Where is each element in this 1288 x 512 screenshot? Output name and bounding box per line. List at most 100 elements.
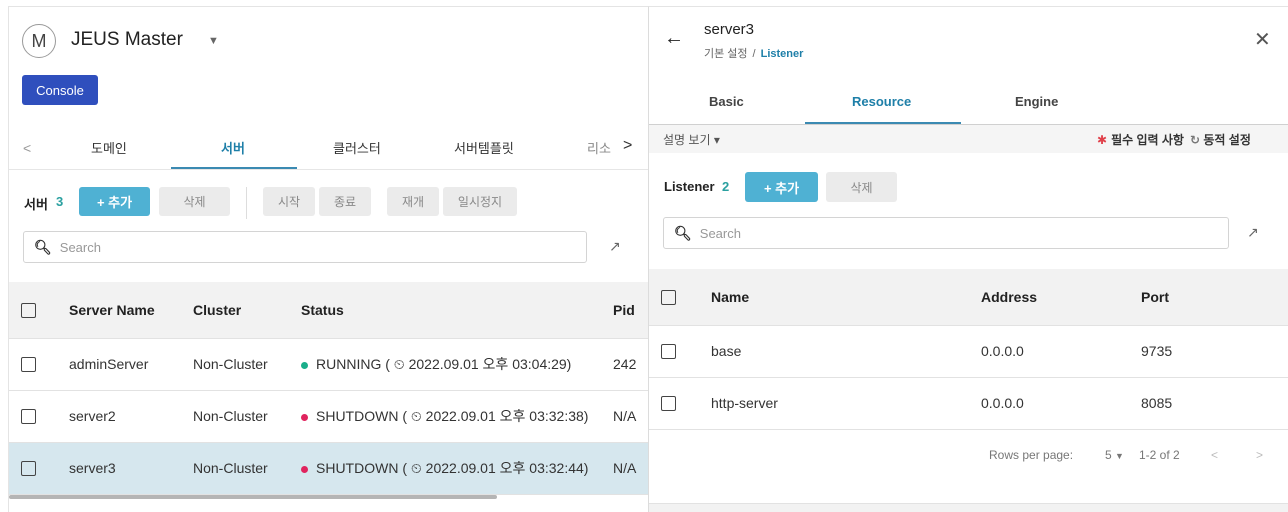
tab-engine[interactable]: Engine xyxy=(1015,94,1058,109)
column-header-name[interactable]: Server Name xyxy=(55,282,193,339)
status-text: RUNNING ( ⏲ 2022.09.01 오후 03:04:29) xyxy=(316,356,572,372)
back-arrow-icon[interactable]: ← xyxy=(664,27,684,50)
select-all-checkbox[interactable] xyxy=(21,303,36,319)
close-icon[interactable]: ✕ xyxy=(1254,27,1271,52)
column-header-status[interactable]: Status xyxy=(301,282,611,339)
server-search[interactable]: 🔍︎ xyxy=(23,231,587,263)
table-row[interactable]: http-server 0.0.0.0 8085 xyxy=(649,377,1288,430)
status-cell: RUNNING ( ⏲ 2022.09.01 오후 03:04:29) xyxy=(301,338,611,391)
status-dot xyxy=(301,465,308,473)
add-server-button[interactable]: + 추가 xyxy=(79,187,150,216)
dynamic-setting-icon: ↻ xyxy=(1189,133,1201,147)
dynamic-label: 동적 설정 xyxy=(1203,133,1251,147)
select-all-checkbox[interactable] xyxy=(661,290,676,306)
row-checkbox-cell xyxy=(649,377,701,430)
row-checkbox-cell xyxy=(649,325,701,378)
row-checkbox[interactable] xyxy=(21,357,36,373)
stop-button[interactable]: 종료 xyxy=(319,187,371,216)
required-label: 필수 입력 사항 xyxy=(1111,133,1184,147)
status-dot xyxy=(301,361,308,369)
listener-name-link[interactable]: http-server xyxy=(701,377,981,430)
chevron-down-icon[interactable]: ▼ xyxy=(208,35,219,47)
suspend-button[interactable]: 일시정지 xyxy=(443,187,517,216)
tab-server-template[interactable]: 서버템플릿 xyxy=(454,138,514,157)
row-checkbox-cell xyxy=(9,390,55,443)
select-all-cell xyxy=(9,282,55,339)
description-toggle[interactable]: 설명 보기 ▾ xyxy=(663,131,720,148)
tab-domain[interactable]: 도메인 xyxy=(91,138,127,157)
server-name-link[interactable]: server2 xyxy=(55,390,193,443)
row-checkbox[interactable] xyxy=(661,344,676,360)
server-count: 3 xyxy=(56,194,64,209)
rows-per-page-select[interactable]: 5 ▼ xyxy=(1105,448,1124,462)
cluster-cell: Non-Cluster xyxy=(193,442,301,495)
divider xyxy=(9,169,648,170)
breadcrumb-current: Listener xyxy=(760,48,804,60)
search-icon: 🔍︎ xyxy=(674,224,692,241)
delete-server-button[interactable]: 삭제 xyxy=(159,187,230,216)
server-table: Server Name Cluster Status Pid adminServ… xyxy=(9,282,648,495)
tab-basic[interactable]: Basic xyxy=(709,94,744,109)
tab-cluster[interactable]: 클러스터 xyxy=(333,138,381,157)
console-button[interactable]: Console xyxy=(22,75,98,105)
breadcrumb-separator: / xyxy=(752,48,756,60)
required-asterisk-icon: ✱ xyxy=(1097,133,1108,147)
row-checkbox[interactable] xyxy=(661,396,676,412)
row-checkbox[interactable] xyxy=(21,409,36,425)
address-cell: 0.0.0.0 xyxy=(981,325,1141,378)
server-detail-panel: ← server3 기본 설정 / Listener ✕ Basic Resourc… xyxy=(648,6,1288,512)
export-icon[interactable]: ↗ xyxy=(1247,224,1259,241)
legend: ✱ 필수 입력 사항 ↻ 동적 설정 xyxy=(1097,131,1251,148)
listener-count: 2 xyxy=(722,179,730,194)
table-header-row: Name Address Port xyxy=(649,269,1288,326)
pagination-range: 1-2 of 2 xyxy=(1139,448,1180,462)
detail-title: server3 xyxy=(704,21,755,38)
status-cell: SHUTDOWN ( ⏲ 2022.09.01 오후 03:32:44) xyxy=(301,442,611,495)
chevron-left-icon[interactable]: < xyxy=(1211,448,1218,462)
add-listener-button[interactable]: + 추가 xyxy=(745,172,818,202)
row-checkbox[interactable] xyxy=(21,461,36,477)
breadcrumb: 기본 설정 / Listener xyxy=(704,45,803,61)
chevron-left-icon[interactable]: < xyxy=(23,140,31,156)
table-row[interactable]: server2 Non-Cluster SHUTDOWN ( ⏲ 2022.09… xyxy=(9,390,648,443)
column-header-name[interactable]: Name xyxy=(701,269,981,326)
app-title[interactable]: JEUS Master xyxy=(71,29,183,51)
column-header-cluster[interactable]: Cluster xyxy=(193,282,301,339)
avatar[interactable]: M xyxy=(22,24,56,58)
horizontal-scrollbar[interactable] xyxy=(9,495,497,499)
table-row[interactable]: server3 Non-Cluster SHUTDOWN ( ⏲ 2022.09… xyxy=(9,442,648,495)
footer-bar xyxy=(649,503,1288,512)
table-header-row: Server Name Cluster Status Pid xyxy=(9,282,648,339)
port-cell: 9735 xyxy=(1141,325,1288,378)
export-icon[interactable]: ↗ xyxy=(609,238,621,255)
column-header-port[interactable]: Port xyxy=(1141,269,1288,326)
tab-resource[interactable]: Resource xyxy=(852,94,911,109)
table-row[interactable]: base 0.0.0.0 9735 xyxy=(649,325,1288,378)
column-header-address[interactable]: Address xyxy=(981,269,1141,326)
select-all-cell xyxy=(649,269,701,326)
server-name-link[interactable]: adminServer xyxy=(55,338,193,391)
chevron-right-icon[interactable]: > xyxy=(1256,448,1263,462)
server-list-panel: M JEUS Master ▼ Console < 도메인 서버 클러스터 서버… xyxy=(8,6,648,512)
pid-cell: 242 xyxy=(611,338,648,391)
table-row[interactable]: adminServer Non-Cluster RUNNING ( ⏲ 2022… xyxy=(9,338,648,391)
delete-listener-button[interactable]: 삭제 xyxy=(826,172,897,202)
tab-resource[interactable]: 리소 xyxy=(587,138,611,157)
search-input[interactable] xyxy=(699,225,1151,241)
listener-search[interactable]: 🔍︎ xyxy=(663,217,1229,249)
status-cell: SHUTDOWN ( ⏲ 2022.09.01 오후 03:32:38) xyxy=(301,390,611,443)
column-header-pid[interactable]: Pid xyxy=(611,282,648,339)
search-input[interactable] xyxy=(59,239,510,255)
listener-section-label: Listener xyxy=(664,179,715,194)
tab-server[interactable]: 서버 xyxy=(221,138,245,157)
listener-name-link[interactable]: base xyxy=(701,325,981,378)
start-button[interactable]: 시작 xyxy=(263,187,315,216)
chevron-right-icon[interactable]: > xyxy=(623,137,632,155)
rows-per-page-value: 5 xyxy=(1105,448,1112,462)
resume-button[interactable]: 재개 xyxy=(387,187,439,216)
status-dot xyxy=(301,413,308,421)
pid-cell: N/A xyxy=(611,442,648,495)
server-name-link[interactable]: server3 xyxy=(55,442,193,495)
cluster-cell: Non-Cluster xyxy=(193,338,301,391)
breadcrumb-item[interactable]: 기본 설정 xyxy=(704,48,748,60)
